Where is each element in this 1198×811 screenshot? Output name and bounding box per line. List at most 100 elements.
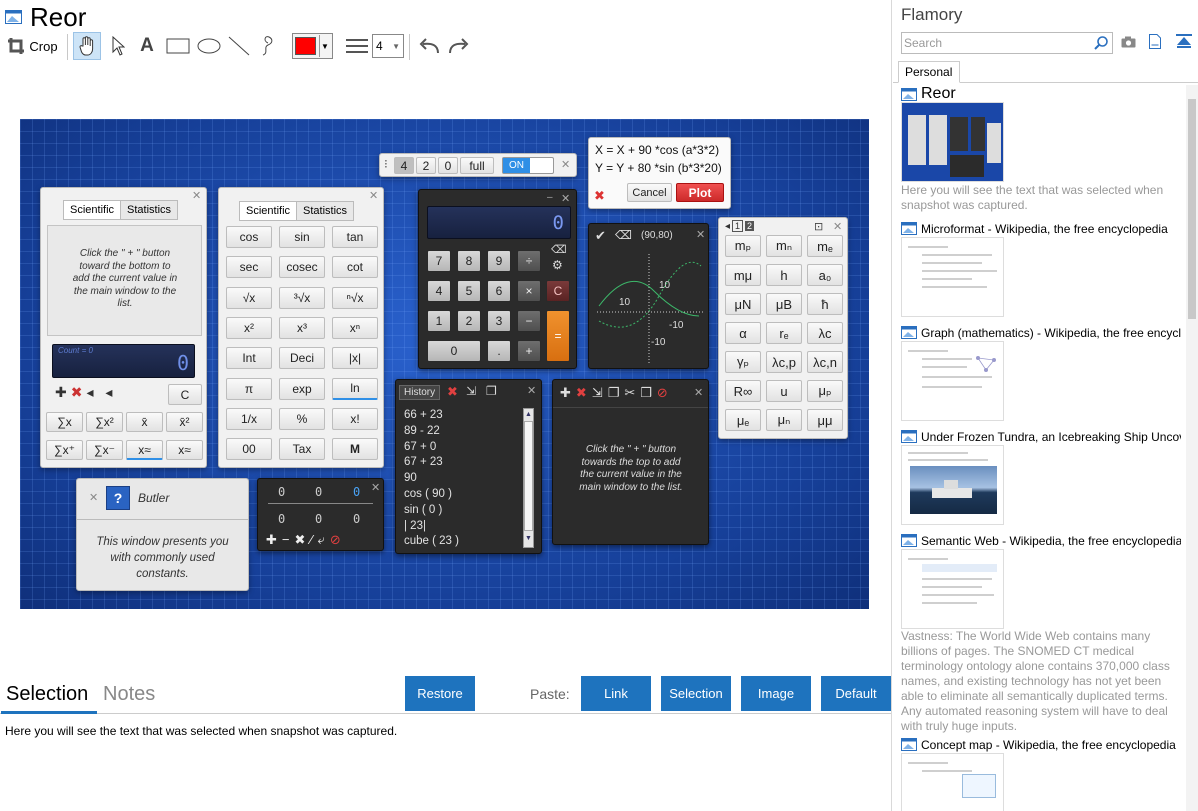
color-picker[interactable]: ▼ — [292, 33, 333, 59]
calc-key: ÷ — [517, 250, 541, 272]
calc-key: 9 — [487, 250, 511, 272]
constant-key: mμ — [725, 264, 761, 286]
constant-key: R∞ — [725, 380, 761, 402]
sci-tabs: Scientific Statistics — [239, 201, 355, 221]
sci-key: x² — [226, 316, 272, 339]
plot-popup: X = X + 90 *cos (a*3*2) Y = Y + 80 *sin … — [588, 137, 731, 209]
main-pane: Reor Crop A ▼ 4 ▼ ⁝ 4 2 0 full ON ✕ ✕ Sc… — [0, 0, 892, 811]
export-icon: ⇲ — [466, 384, 477, 398]
paste-image-button[interactable]: Image — [741, 676, 811, 711]
active-tab-indicator — [1, 711, 97, 714]
editor-toolbar: Crop A ▼ 4 ▼ — [0, 32, 480, 62]
snapshot-image: ⁝ 4 2 0 full ON ✕ ✕ Scientific Statistics… — [20, 119, 869, 609]
rectangle-icon — [166, 38, 190, 54]
stats-tabs: Scientific Statistics — [63, 200, 179, 220]
history-entry: 67 + 0 — [404, 440, 437, 453]
statistics-window: ✕ Scientific Statistics Click the " + " b… — [40, 187, 207, 468]
constant-key: λc — [807, 322, 843, 344]
sidebar-title: Flamory — [901, 5, 963, 24]
calc-key: − — [517, 310, 541, 332]
calc-key: 2 — [457, 310, 481, 332]
calc-key: 1 — [427, 310, 451, 332]
close-icon: ✖ — [594, 188, 605, 203]
scrollbar-thumb[interactable] — [1188, 99, 1196, 319]
zoom-strip: ⁝ 4 2 0 full ON ✕ — [379, 153, 577, 177]
constant-key: a₀ — [807, 264, 843, 286]
history-entry: 90 — [404, 472, 417, 485]
freehand-tool-button[interactable] — [256, 32, 282, 60]
ellipse-tool-button[interactable] — [195, 32, 223, 60]
search-input[interactable] — [904, 34, 1089, 52]
snapshot-thumbnail — [901, 237, 1004, 317]
list-item[interactable]: Microformat - Wikipedia, the free encycl… — [901, 221, 1181, 321]
snapshot-thumbnail — [901, 341, 1004, 421]
hand-tool-button[interactable] — [73, 32, 101, 60]
sci-key: ³√x — [279, 286, 325, 309]
delete-icon: ✖ — [447, 384, 458, 399]
zoom-4-button: 4 — [394, 157, 414, 174]
search-icon[interactable] — [1094, 36, 1108, 50]
redo-button[interactable] — [446, 32, 472, 60]
snapshot-thumbnail — [901, 549, 1004, 629]
help-icon: ? — [106, 486, 130, 510]
paste-selection-button[interactable]: Selection — [661, 676, 731, 711]
undo-icon — [419, 38, 439, 54]
zoom-0-button: 0 — [438, 157, 458, 174]
undo-button[interactable] — [416, 32, 442, 60]
constant-key: λc,n — [807, 351, 843, 373]
check-icon: ✔ — [595, 228, 606, 243]
text-tool-button[interactable]: A — [136, 32, 158, 60]
sci-key: Int — [226, 347, 272, 370]
close-icon: ✕ — [371, 482, 381, 494]
rectangle-tool-button[interactable] — [164, 32, 192, 60]
stats-action-icons: ✚✖◂ ◂ — [55, 384, 117, 400]
calc-key: 4 — [427, 280, 451, 302]
line-icon — [228, 36, 250, 56]
tab-personal[interactable]: Personal — [898, 61, 960, 83]
line-tool-button[interactable] — [226, 32, 252, 60]
sci-key: cot — [332, 256, 378, 279]
list-item[interactable]: Concept map - Wikipedia, the free encycl… — [901, 737, 1181, 811]
clear-icon: ⌫ — [615, 228, 632, 242]
sci-key: % — [279, 407, 325, 430]
sci-key: tan — [332, 226, 378, 248]
sci-key: ⁿ√x — [332, 286, 378, 309]
line-width-select[interactable]: 4 ▼ — [372, 34, 404, 58]
list-item[interactable]: Reor Here you will see the text that was… — [901, 85, 1181, 213]
page-title: Reor — [30, 2, 87, 32]
calc-key: C — [546, 280, 570, 302]
history-entry: cube ( 23 ) — [404, 535, 459, 548]
selection-text[interactable]: Here you will see the text that was sele… — [5, 724, 397, 738]
sci-key: |x| — [332, 347, 378, 370]
calc-key: 8 — [457, 250, 481, 272]
settings-gear-icon: ⚙ — [552, 258, 563, 272]
history-window: History ✖ ⇲ ❐ ✕ 66 + 23 89 - 22 67 + 0 67 +… — [395, 379, 542, 554]
camera-icon[interactable] — [1121, 36, 1136, 48]
eject-sidebar-icon[interactable] — [1176, 34, 1192, 49]
crop-button[interactable]: Crop — [5, 32, 60, 60]
paste-link-button[interactable]: Link — [581, 676, 651, 711]
document-icon[interactable] — [1149, 34, 1161, 49]
list-item[interactable]: Graph (mathematics) - Wikipedia, the fre… — [901, 325, 1181, 425]
calculator-window: – ✕ 0 ⌫ ⚙ 7 8 9 ÷ 4 5 6 × C 1 2 3− = 0. + — [418, 189, 577, 369]
snapshot-thumbnail — [901, 445, 1004, 525]
tab-notes[interactable]: Notes — [103, 683, 155, 706]
restore-button[interactable]: Restore — [405, 676, 475, 711]
close-icon: ✕ — [89, 492, 99, 504]
sci-key: π — [226, 377, 272, 400]
list-item[interactable]: Semantic Web - Wikipedia, the free encyc… — [901, 533, 1181, 733]
select-tool-button[interactable] — [106, 32, 130, 60]
calc-key: × — [517, 280, 541, 302]
sci-key: 00 — [226, 438, 272, 461]
close-icon: ✕ — [369, 190, 379, 202]
sidebar-scrollbar[interactable] — [1186, 85, 1198, 811]
calc-display: 0 — [427, 206, 571, 239]
page-nav: ◂ 1 2 — [725, 220, 755, 232]
list-item[interactable]: Under Frozen Tundra, an Icebreaking Ship… — [901, 429, 1181, 529]
backspace-icon: ⌫ — [551, 244, 567, 256]
tab-selection[interactable]: Selection — [6, 683, 88, 706]
snapshot-thumbnail — [901, 102, 1004, 182]
paste-default-button[interactable]: Default — [821, 676, 891, 711]
app-window-icon — [5, 10, 22, 24]
history-entry: 66 + 23 — [404, 409, 443, 421]
